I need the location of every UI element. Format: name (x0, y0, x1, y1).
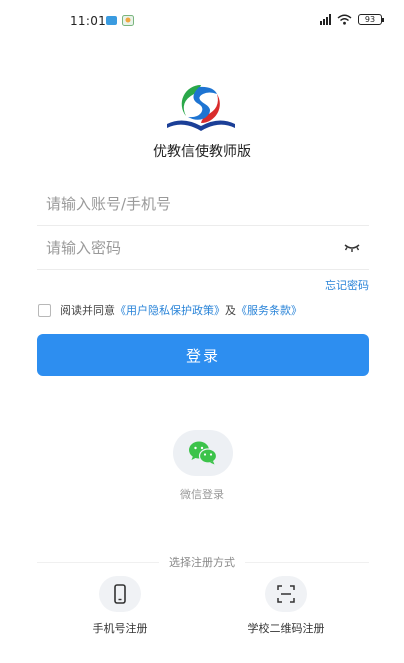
account-input[interactable] (37, 182, 327, 225)
qr-register-circle (265, 576, 307, 612)
password-field (37, 226, 369, 270)
forgot-password-link[interactable]: 忘记密码 (325, 277, 369, 293)
password-input[interactable] (37, 226, 327, 269)
phone-register-circle (99, 576, 141, 612)
app-name: 优教信使教师版 (153, 144, 251, 160)
register-title: 选择注册方式 (0, 554, 404, 570)
agree-checkbox[interactable] (38, 303, 51, 317)
agreement-row: 阅读并同意 《用户隐私保护政策》 及 《服务条款》 (38, 302, 302, 318)
privacy-policy-link[interactable]: 《用户隐私保护政策》 (115, 302, 225, 318)
account-field (37, 182, 369, 226)
wechat-icon (189, 441, 218, 465)
agree-and: 及 (225, 304, 236, 317)
status-indicators: 93 (320, 14, 384, 25)
qr-scan-icon (277, 585, 295, 603)
agree-prefix: 阅读并同意 (60, 304, 115, 317)
qr-register-button[interactable]: 学校二维码注册 (226, 576, 346, 636)
login-button[interactable]: 登录 (37, 334, 369, 376)
terms-link[interactable]: 《服务条款》 (236, 302, 302, 318)
wechat-login-button[interactable] (173, 430, 233, 476)
app-logo (167, 84, 235, 131)
signal-icon (320, 14, 331, 25)
register-title-text: 选择注册方式 (159, 556, 245, 569)
eye-closed-icon[interactable] (343, 241, 361, 253)
phone-register-label: 手机号注册 (92, 622, 148, 635)
photo-app-icon (122, 15, 134, 26)
wifi-icon (337, 14, 352, 25)
qr-register-label: 学校二维码注册 (247, 622, 325, 635)
cloud-app-icon (106, 16, 117, 25)
battery-icon: 93 (358, 14, 384, 25)
phone-register-button[interactable]: 手机号注册 (60, 576, 180, 636)
wechat-login-label: 微信登录 (180, 488, 224, 501)
status-bar: 11:01 93 (0, 0, 404, 42)
status-time: 11:01 (70, 14, 107, 28)
phone-icon (114, 584, 126, 604)
